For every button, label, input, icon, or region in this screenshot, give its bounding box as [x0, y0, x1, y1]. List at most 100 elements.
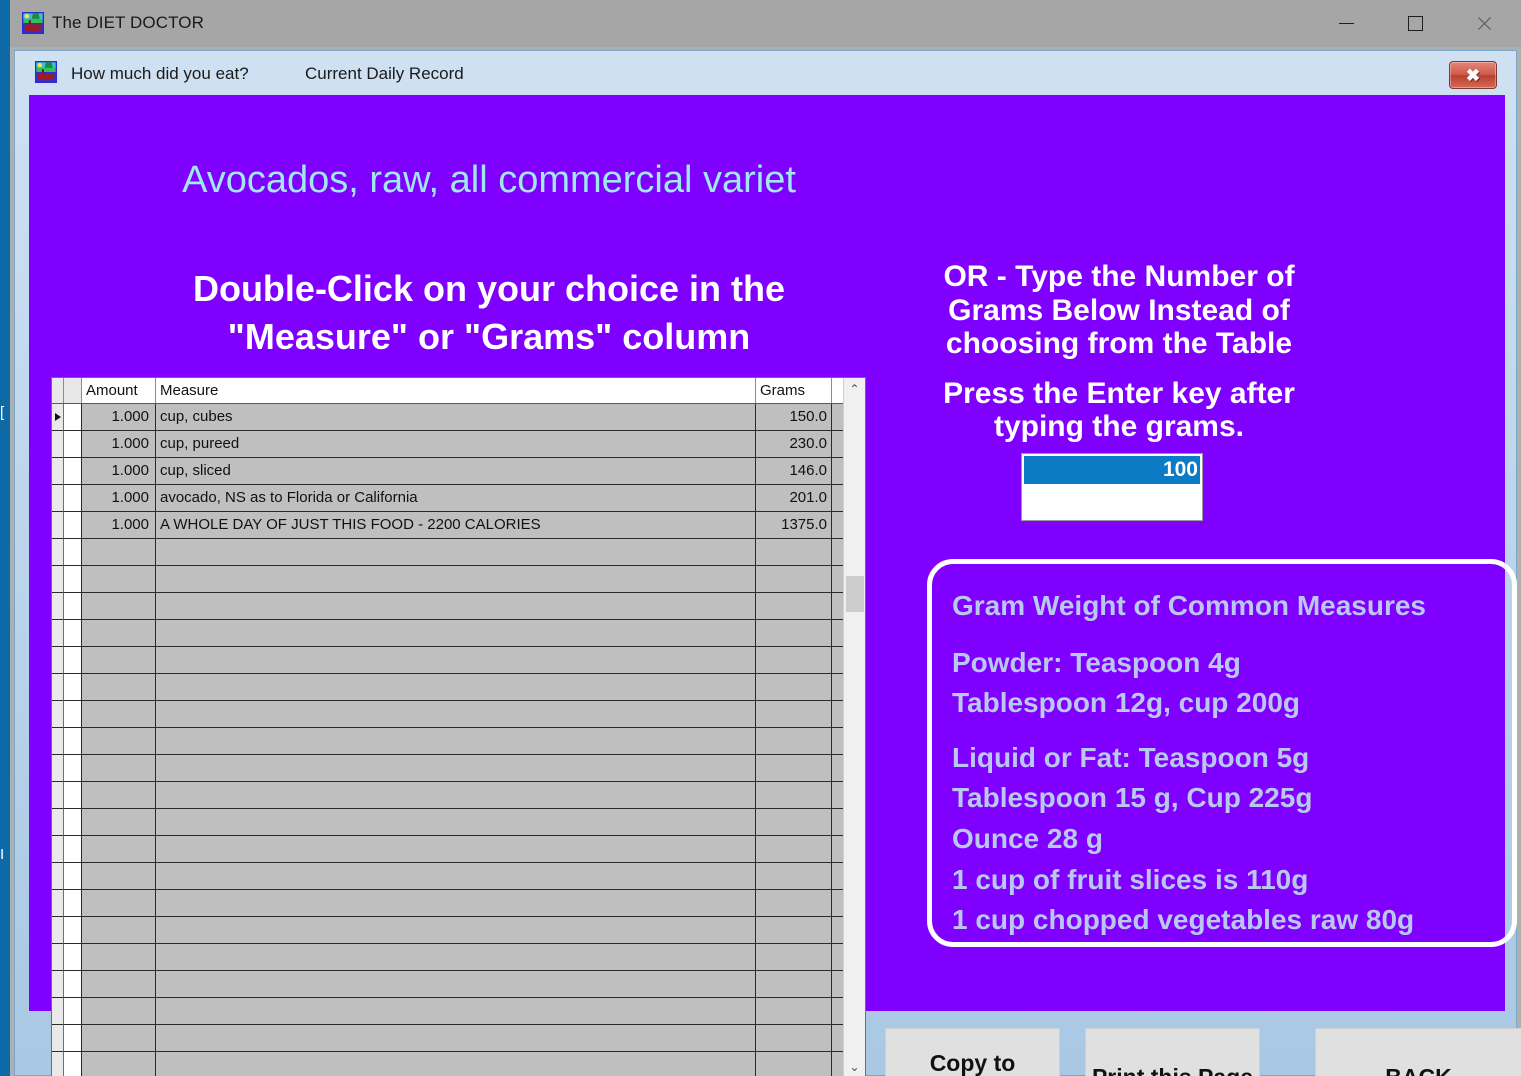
table-row[interactable]: 1.000 cup, sliced 146.0	[52, 458, 865, 485]
row-selector-cell[interactable]	[52, 1052, 64, 1076]
table-row[interactable]	[52, 971, 865, 998]
cell-measure[interactable]	[156, 674, 756, 701]
row-selector-cell[interactable]	[52, 1025, 64, 1052]
table-row[interactable]	[52, 1052, 865, 1076]
cell-grams[interactable]	[756, 728, 832, 755]
title-bar[interactable]: The DIET DOCTOR	[10, 0, 1521, 47]
cell-measure[interactable]	[156, 836, 756, 863]
cell-amount[interactable]	[82, 971, 156, 998]
table-row[interactable]	[52, 647, 865, 674]
row-marker-cell[interactable]	[64, 755, 82, 782]
table-row[interactable]	[52, 539, 865, 566]
cell-amount[interactable]	[82, 890, 156, 917]
cell-measure[interactable]	[156, 1025, 756, 1052]
cell-measure[interactable]	[156, 539, 756, 566]
cell-amount[interactable]	[82, 1052, 156, 1076]
copy-to-clipboard-button[interactable]: Copy to Clipboard	[885, 1028, 1060, 1076]
cell-measure[interactable]: A WHOLE DAY OF JUST THIS FOOD - 2200 CAL…	[156, 512, 756, 539]
row-selector-cell[interactable]	[52, 971, 64, 998]
scroll-down-icon[interactable]: ⌄	[844, 1056, 865, 1076]
row-marker-cell[interactable]	[64, 458, 82, 485]
row-selector-cell[interactable]	[52, 728, 64, 755]
row-marker-cell[interactable]	[64, 809, 82, 836]
row-selector-cell[interactable]	[52, 863, 64, 890]
cell-amount[interactable]	[82, 593, 156, 620]
cell-measure[interactable]	[156, 917, 756, 944]
cell-grams[interactable]	[756, 944, 832, 971]
row-selector-cell[interactable]	[52, 458, 64, 485]
row-marker-cell[interactable]	[64, 593, 82, 620]
cell-amount[interactable]	[82, 566, 156, 593]
cell-grams[interactable]	[756, 647, 832, 674]
row-selector-cell[interactable]	[52, 593, 64, 620]
cell-measure[interactable]	[156, 971, 756, 998]
cell-measure[interactable]	[156, 728, 756, 755]
cell-measure[interactable]	[156, 782, 756, 809]
cell-grams[interactable]	[756, 836, 832, 863]
row-marker-cell[interactable]	[64, 998, 82, 1025]
row-marker-cell[interactable]	[64, 917, 82, 944]
back-button[interactable]: BACK	[1315, 1028, 1521, 1076]
cell-grams[interactable]	[756, 593, 832, 620]
row-marker-cell[interactable]	[64, 728, 82, 755]
row-marker-cell[interactable]	[64, 620, 82, 647]
cell-grams[interactable]	[756, 998, 832, 1025]
table-row[interactable]	[52, 890, 865, 917]
cell-measure[interactable]	[156, 890, 756, 917]
table-row[interactable]	[52, 809, 865, 836]
row-selector-cell[interactable]	[52, 944, 64, 971]
cell-grams[interactable]	[756, 782, 832, 809]
scroll-up-icon[interactable]: ⌃	[844, 378, 865, 400]
grid-header-grams[interactable]: Grams	[756, 378, 832, 403]
table-row[interactable]	[52, 863, 865, 890]
menu-item-how-much-did-you-eat[interactable]: How much did you eat?	[71, 64, 249, 84]
row-marker-cell[interactable]	[64, 701, 82, 728]
cell-amount[interactable]	[82, 701, 156, 728]
grid-header-amount[interactable]: Amount	[82, 378, 156, 403]
table-row[interactable]	[52, 944, 865, 971]
window-minimize-button[interactable]	[1323, 0, 1369, 47]
row-marker-cell[interactable]	[64, 566, 82, 593]
row-selector-cell[interactable]	[52, 431, 64, 458]
row-selector-cell[interactable]	[52, 917, 64, 944]
cell-measure[interactable]	[156, 566, 756, 593]
table-row[interactable]	[52, 701, 865, 728]
row-selector-cell[interactable]	[52, 647, 64, 674]
row-selector-cell[interactable]	[52, 485, 64, 512]
cell-amount[interactable]: 1.000	[82, 404, 156, 431]
table-row[interactable]: 1.000 cup, pureed 230.0	[52, 431, 865, 458]
cell-grams[interactable]	[756, 1025, 832, 1052]
cell-grams[interactable]	[756, 863, 832, 890]
row-marker-cell[interactable]	[64, 890, 82, 917]
cell-grams[interactable]: 146.0	[756, 458, 832, 485]
cell-grams[interactable]	[756, 620, 832, 647]
cell-amount[interactable]	[82, 539, 156, 566]
row-marker-cell[interactable]	[64, 404, 82, 431]
row-selector-cell[interactable]	[52, 620, 64, 647]
row-selector-cell[interactable]	[52, 755, 64, 782]
cell-measure[interactable]: cup, sliced	[156, 458, 756, 485]
cell-grams[interactable]	[756, 1052, 832, 1076]
cell-measure[interactable]	[156, 998, 756, 1025]
cell-amount[interactable]	[82, 782, 156, 809]
cell-measure[interactable]	[156, 620, 756, 647]
cell-grams[interactable]	[756, 539, 832, 566]
cell-grams[interactable]	[756, 674, 832, 701]
table-row[interactable]	[52, 674, 865, 701]
cell-measure[interactable]	[156, 755, 756, 782]
cell-amount[interactable]: 1.000	[82, 512, 156, 539]
cell-measure[interactable]	[156, 944, 756, 971]
cell-measure[interactable]	[156, 647, 756, 674]
row-marker-cell[interactable]	[64, 782, 82, 809]
grams-input-value[interactable]: 100	[1024, 456, 1200, 484]
cell-amount[interactable]	[82, 809, 156, 836]
table-row[interactable]	[52, 836, 865, 863]
row-marker-cell[interactable]	[64, 944, 82, 971]
measures-grid[interactable]: Amount Measure Grams 1.000 cup, cubes 150.…	[51, 377, 866, 1076]
table-row[interactable]	[52, 917, 865, 944]
row-marker-cell[interactable]	[64, 485, 82, 512]
cell-measure[interactable]	[156, 593, 756, 620]
cell-grams[interactable]: 201.0	[756, 485, 832, 512]
cell-grams[interactable]	[756, 890, 832, 917]
table-row[interactable]: 1.000 A WHOLE DAY OF JUST THIS FOOD - 220…	[52, 512, 865, 539]
